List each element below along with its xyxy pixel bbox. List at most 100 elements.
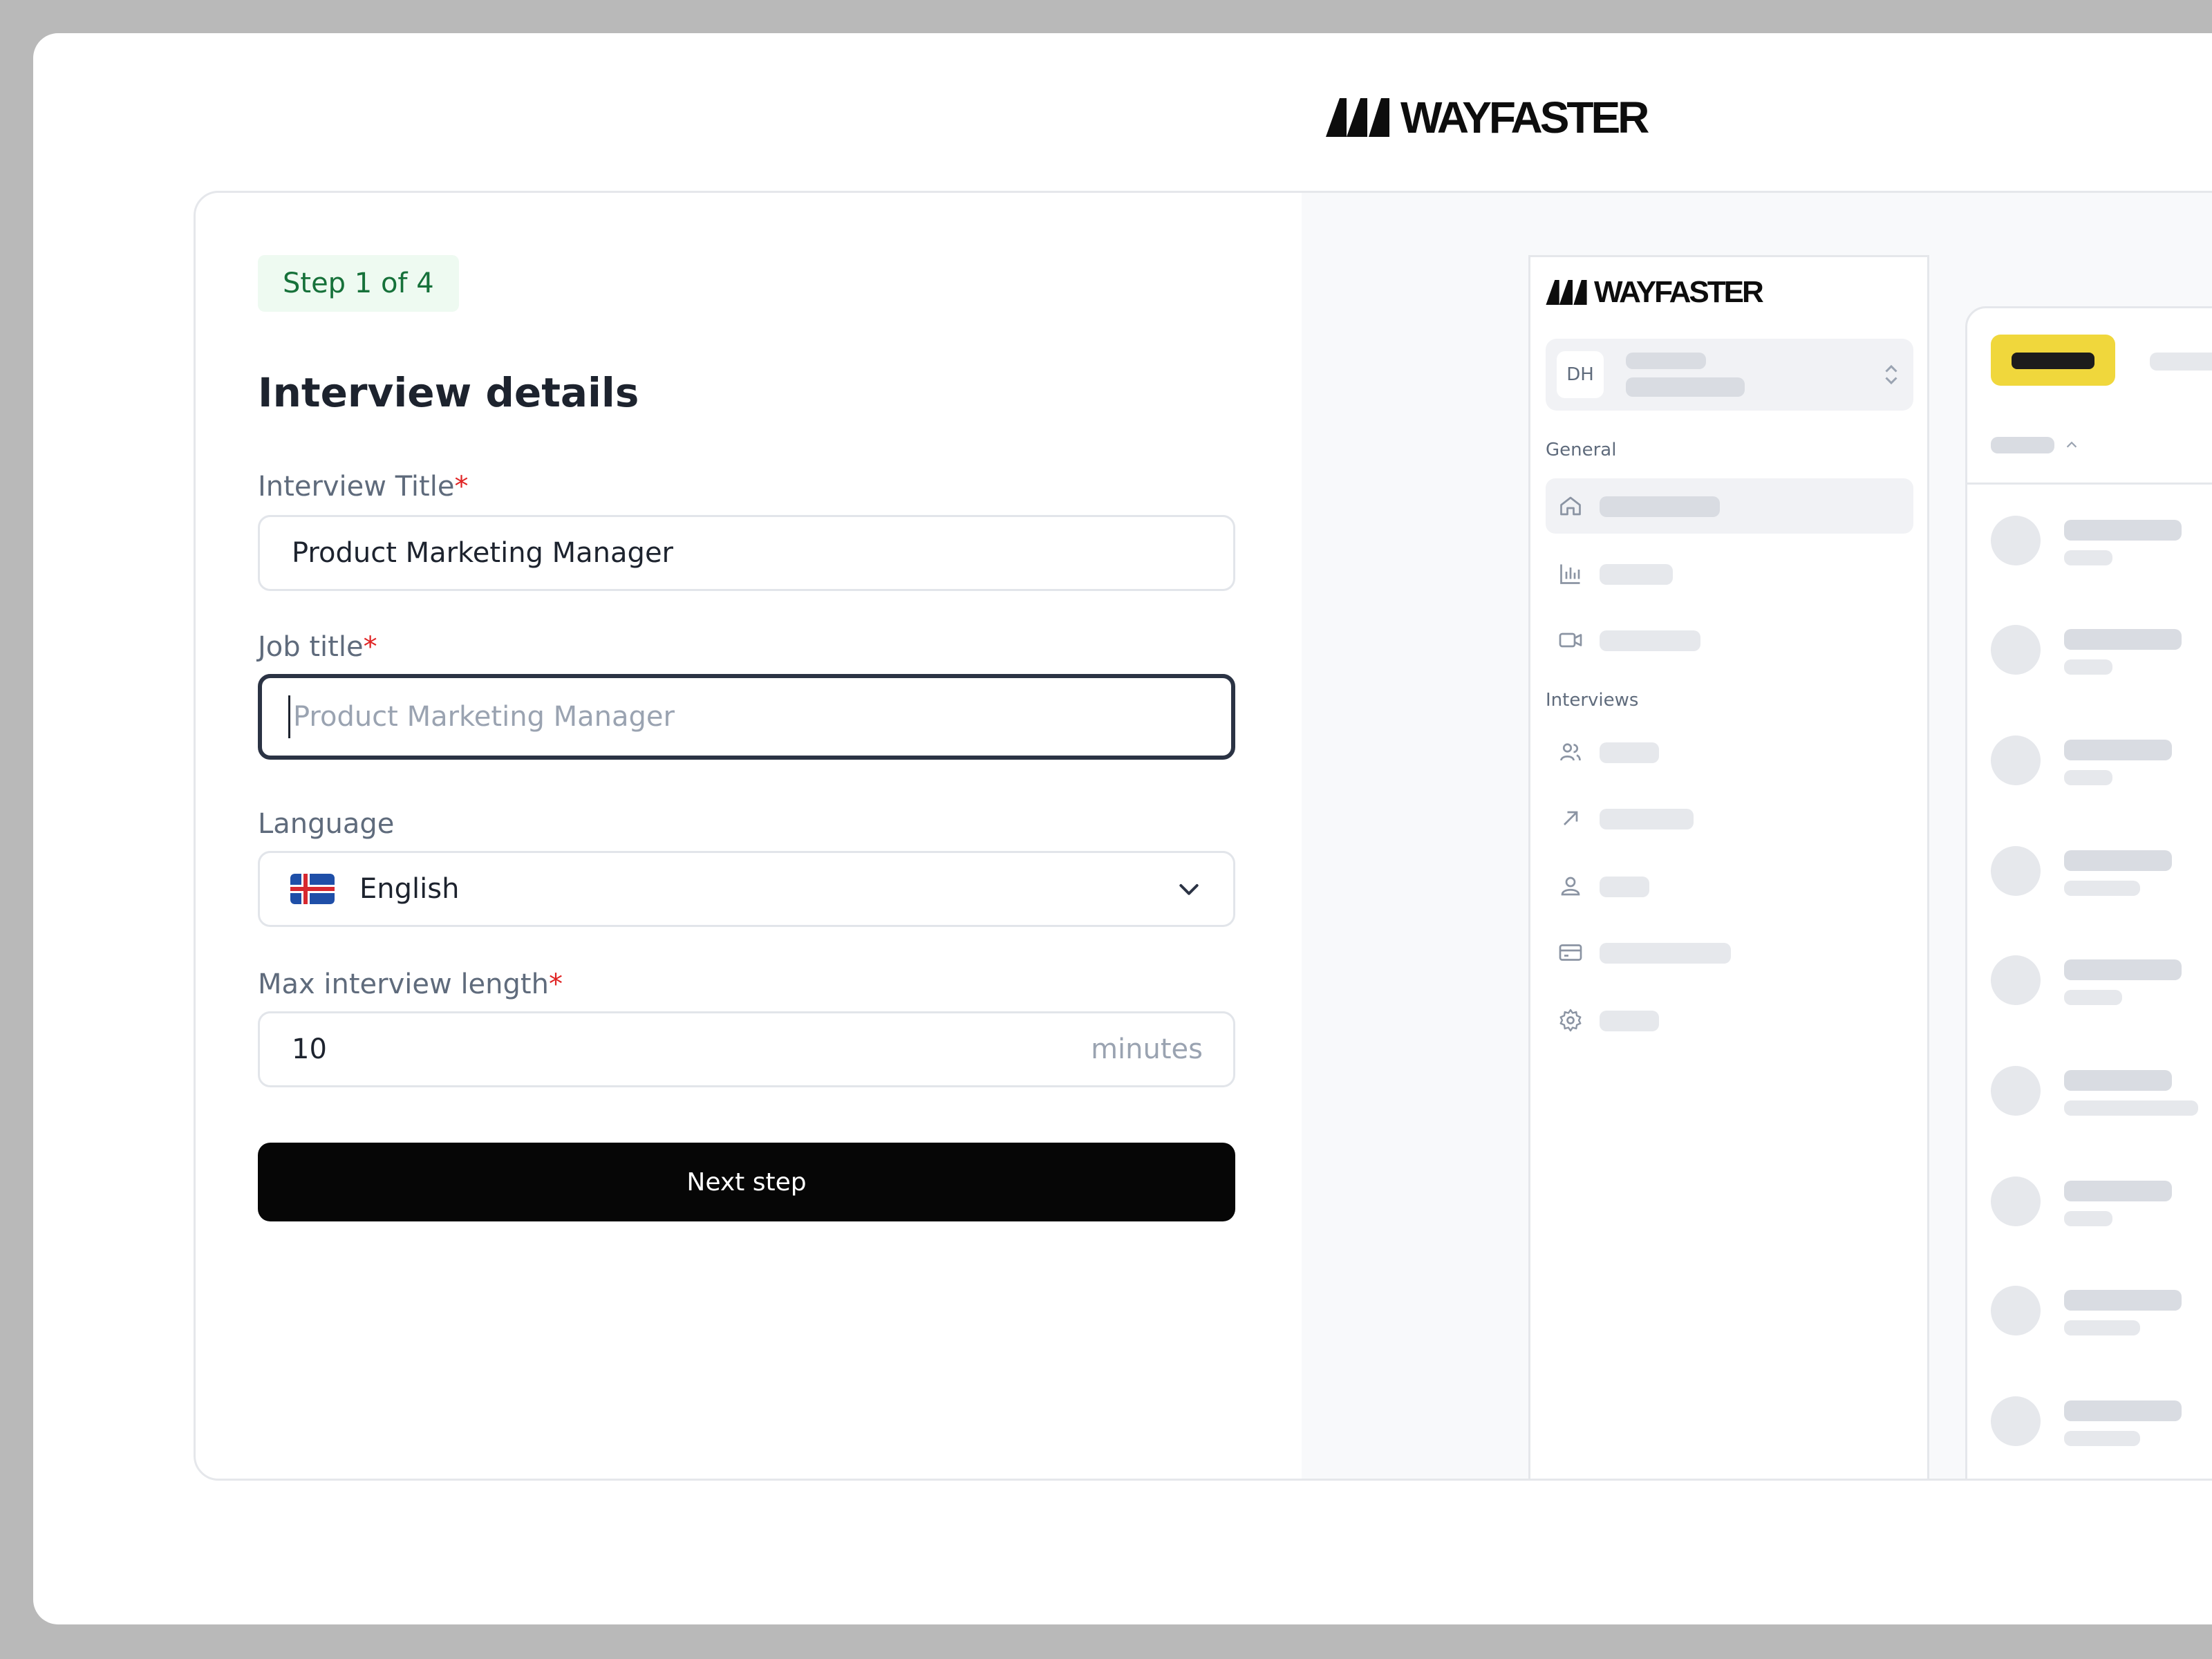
skeleton-line <box>2064 1431 2140 1446</box>
preview-nav-candidates <box>1546 724 1913 780</box>
dashboard-preview: WAYFASTER DH General Interviews <box>1302 193 2212 1479</box>
required-mark: * <box>548 968 563 1000</box>
skeleton-line <box>1600 1011 1659 1031</box>
skeleton-line <box>2064 520 2182 541</box>
text-caret <box>288 695 290 738</box>
skeleton-line <box>1600 564 1673 585</box>
iceland-flag-icon <box>290 874 335 904</box>
skeleton-avatar <box>1991 735 2041 785</box>
preview-nav-invites <box>1546 791 1913 846</box>
minutes-suffix: minutes <box>1091 1033 1203 1065</box>
skeleton-line <box>2064 990 2122 1005</box>
job-title-input[interactable] <box>291 700 1201 733</box>
language-label: Language <box>258 808 395 840</box>
users-icon <box>1560 743 1581 761</box>
skeleton-line <box>2064 850 2172 871</box>
skeleton-line <box>1600 630 1700 651</box>
skeleton-line <box>2064 550 2112 565</box>
job-title-label-text: Job title <box>258 631 364 663</box>
preview-nav-settings <box>1546 993 1913 1048</box>
skeleton-line <box>2064 740 2172 760</box>
skeleton-avatar <box>1991 516 2041 565</box>
max-length-label-text: Max interview length <box>258 968 549 1000</box>
skeleton-line <box>1600 742 1659 763</box>
max-length-input[interactable] <box>290 1033 932 1066</box>
job-title-field[interactable] <box>258 674 1235 760</box>
interview-form: Step 1 of 4 Interview details Interview … <box>196 193 1302 1479</box>
skeleton-line <box>2150 353 2212 371</box>
skeleton-line <box>2064 629 2182 650</box>
interview-title-input[interactable] <box>290 536 1203 570</box>
user-icon <box>1561 877 1580 896</box>
skeleton-line <box>2064 659 2112 675</box>
video-icon <box>1559 632 1582 648</box>
skeleton-line <box>1600 809 1694 830</box>
skeleton-line <box>2064 1400 2182 1421</box>
skeleton-line <box>2064 1211 2112 1226</box>
home-icon <box>1560 496 1581 516</box>
preview-nav-video <box>1546 612 1913 668</box>
skeleton-avatar <box>1991 1396 2041 1446</box>
brand-logo: WAYFASTER <box>1326 92 1649 143</box>
step-badge: Step 1 of 4 <box>258 255 459 312</box>
job-title-label: Job title* <box>258 631 377 663</box>
gear-icon <box>1559 1009 1582 1032</box>
language-select[interactable]: English <box>258 851 1235 927</box>
skeleton-line <box>2064 881 2140 896</box>
section-interviews-label: Interviews <box>1546 690 1639 711</box>
arrow-up-right-icon <box>1564 811 1578 825</box>
skeleton-avatar <box>1991 846 2041 896</box>
skeleton-line <box>1600 877 1649 897</box>
skeleton-line <box>2064 1320 2140 1335</box>
skeleton-line <box>2064 1070 2172 1091</box>
brand-wordmark: WAYFASTER <box>1400 93 1649 142</box>
interview-title-label: Interview Title* <box>258 471 468 503</box>
section-general-label: General <box>1546 440 1617 460</box>
workspace-avatar: DH <box>1557 351 1604 398</box>
required-mark: * <box>454 471 469 503</box>
chevron-up-icon <box>2066 441 2077 448</box>
preview-nav-home <box>1546 478 1913 534</box>
preview-nav-billing <box>1546 925 1913 980</box>
brand-mark-icon <box>1546 280 1587 305</box>
preview-nav-analytics <box>1546 546 1913 601</box>
skeleton-avatar <box>1991 625 2041 675</box>
skeleton-avatar <box>1991 1286 2041 1335</box>
preview-logo: WAYFASTER <box>1546 275 1764 310</box>
preview-wordmark: WAYFASTER <box>1594 275 1764 309</box>
skeleton-line <box>2064 1290 2182 1311</box>
interview-title-field[interactable] <box>258 515 1235 591</box>
preview-sidebar: WAYFASTER DH General Interviews <box>1528 255 1929 1479</box>
credit-card-icon <box>1559 944 1582 961</box>
onboarding-card: Step 1 of 4 Interview details Interview … <box>194 191 2212 1481</box>
skeleton-avatar <box>1991 1177 2041 1226</box>
skeleton-avatar <box>1991 955 2041 1005</box>
next-step-button[interactable]: Next step <box>258 1143 1235 1221</box>
preview-primary-button <box>1991 335 2115 386</box>
skeleton-line <box>2064 1100 2198 1116</box>
max-length-label: Max interview length* <box>258 968 563 1000</box>
workspace-switcher: DH <box>1546 339 1913 411</box>
preview-main-panel <box>1965 306 2212 1479</box>
skeleton-line <box>1626 377 1745 397</box>
skeleton-line <box>2064 1181 2172 1201</box>
max-length-field[interactable]: minutes <box>258 1011 1235 1087</box>
brand-mark-icon <box>1326 98 1389 137</box>
chevron-updown-icon <box>1885 364 1897 385</box>
form-title: Interview details <box>258 369 639 416</box>
skeleton-avatar <box>1991 1066 2041 1116</box>
skeleton-line <box>1600 943 1731 964</box>
required-mark: * <box>363 631 377 663</box>
interview-title-label-text: Interview Title <box>258 471 455 503</box>
app-frame: WAYFASTER Step 1 of 4 Interview details … <box>33 33 2212 1624</box>
skeleton-line <box>2064 770 2112 785</box>
skeleton-line <box>2064 959 2182 980</box>
language-value: English <box>359 873 460 905</box>
chevron-down-icon <box>1179 884 1199 895</box>
skeleton-line <box>1626 353 1706 369</box>
divider <box>1967 482 2212 485</box>
skeleton-line <box>1600 496 1720 517</box>
bar-chart-icon <box>1560 564 1580 584</box>
preview-nav-profile <box>1546 859 1913 914</box>
skeleton-line <box>2012 353 2094 369</box>
